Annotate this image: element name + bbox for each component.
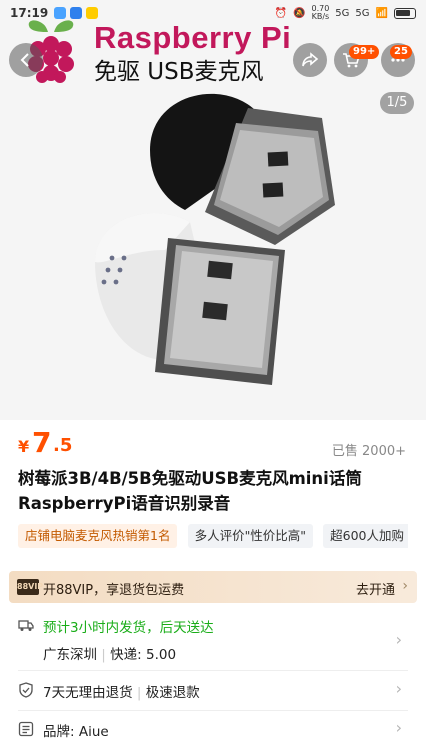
delivery-promise: 预计3小时内发货，后天送达: [43, 620, 214, 636]
brand-spec-text: 品牌: Aiue: [43, 724, 109, 740]
separator: |: [101, 647, 106, 663]
vip-open-link[interactable]: 去开通: [356, 579, 395, 598]
returns-text: 7天无理由退货 | 极速退款: [43, 681, 200, 701]
product-page: 17:19 ⏰ 🔕 0.70 KB/s 5G 5G 📶 Raspberry Pi…: [0, 0, 426, 755]
tag-cart-adds[interactable]: 超600人加购: [323, 524, 408, 548]
price-decimal: .5: [53, 435, 73, 456]
vip-banner[interactable]: 88VIP 开88VIP，享退货包运费 去开通 ›: [9, 571, 417, 603]
battery-icon: [394, 7, 416, 19]
chevron-right-icon: ›: [395, 718, 402, 737]
speed-unit: KB/s: [311, 12, 330, 21]
app-notification-icon: [54, 7, 67, 19]
shipping-row[interactable]: 预计3小时内发货，后天送达 广东深圳 | 快递: 5.00 ›: [18, 616, 408, 666]
shop-notification-icon: [86, 7, 99, 19]
chevron-right-icon: ›: [395, 679, 402, 698]
alarm-icon: ⏰: [274, 7, 288, 19]
chevron-left-icon: [20, 53, 29, 67]
chevron-right-icon: ›: [395, 630, 402, 649]
divider: [18, 670, 408, 671]
shield-check-icon: [19, 682, 33, 698]
sold-count: 已售 2000+: [331, 444, 406, 459]
chevron-right-icon: ›: [402, 578, 408, 594]
product-title: 树莓派3B/4B/5B免驱动USB麦克风mini话筒RaspberryPi语音识…: [18, 469, 362, 513]
wifi-icon: 📶: [375, 7, 388, 19]
share-icon: [302, 52, 319, 67]
brand-subtitle: 免驱 USB麦克风: [94, 59, 264, 85]
price-currency: ¥: [18, 437, 30, 456]
truck-icon: [18, 620, 34, 631]
returns-row[interactable]: 7天无理由退货 | 极速退款 ›: [18, 679, 408, 705]
separator: |: [136, 685, 142, 701]
image-counter: 1/5: [380, 92, 414, 114]
tag-ranking[interactable]: 店铺电脑麦克风热销第1名: [18, 524, 178, 548]
price-row: ¥ 7 .5 已售 2000+: [0, 420, 426, 464]
price-integer: 7: [32, 426, 52, 459]
back-button[interactable]: [9, 43, 43, 77]
vip-logo: 88VIP: [17, 579, 43, 595]
brand-spec-row[interactable]: 品牌: Aiue ›: [18, 718, 408, 744]
cart-count-badge: 99+: [349, 45, 380, 59]
status-right: ⏰ 🔕 0.70 KB/s 5G 5G 📶: [275, 5, 416, 21]
tag-row[interactable]: 店铺电脑麦克风热销第1名 多人评价"性价比高" 超600人加购: [18, 524, 408, 548]
list-icon: [18, 721, 34, 737]
message-count-badge: 25: [390, 45, 412, 59]
tag-review[interactable]: 多人评价"性价比高": [187, 524, 314, 548]
status-bar: 17:19 ⏰ 🔕 0.70 KB/s 5G 5G 📶: [0, 0, 426, 26]
signal-2-label: 5G: [355, 7, 370, 19]
vip-text: 开88VIP，享退货包运费: [43, 583, 185, 598]
signal-1-label: 5G: [335, 7, 350, 19]
shipping-fee: 快递: 5.00: [110, 647, 177, 663]
mute-icon: 🔕: [293, 7, 306, 19]
service-card: 预计3小时内发货，后天送达 广东深圳 | 快递: 5.00 › 7天无理由退货 …: [0, 606, 426, 755]
play-notification-icon: [70, 7, 83, 19]
network-speed: 0.70 KB/s: [311, 5, 329, 21]
returns-policy: 7天无理由退货: [43, 685, 133, 701]
shipping-origin-fee: 广东深圳 | 快递: 5.00: [43, 643, 176, 663]
fast-refund: 极速退款: [145, 685, 200, 701]
status-time: 17:19: [10, 6, 49, 20]
notification-icons: [54, 7, 99, 19]
shipping-origin: 广东深圳: [43, 647, 97, 663]
share-button[interactable]: [293, 43, 327, 77]
divider: [18, 710, 408, 711]
